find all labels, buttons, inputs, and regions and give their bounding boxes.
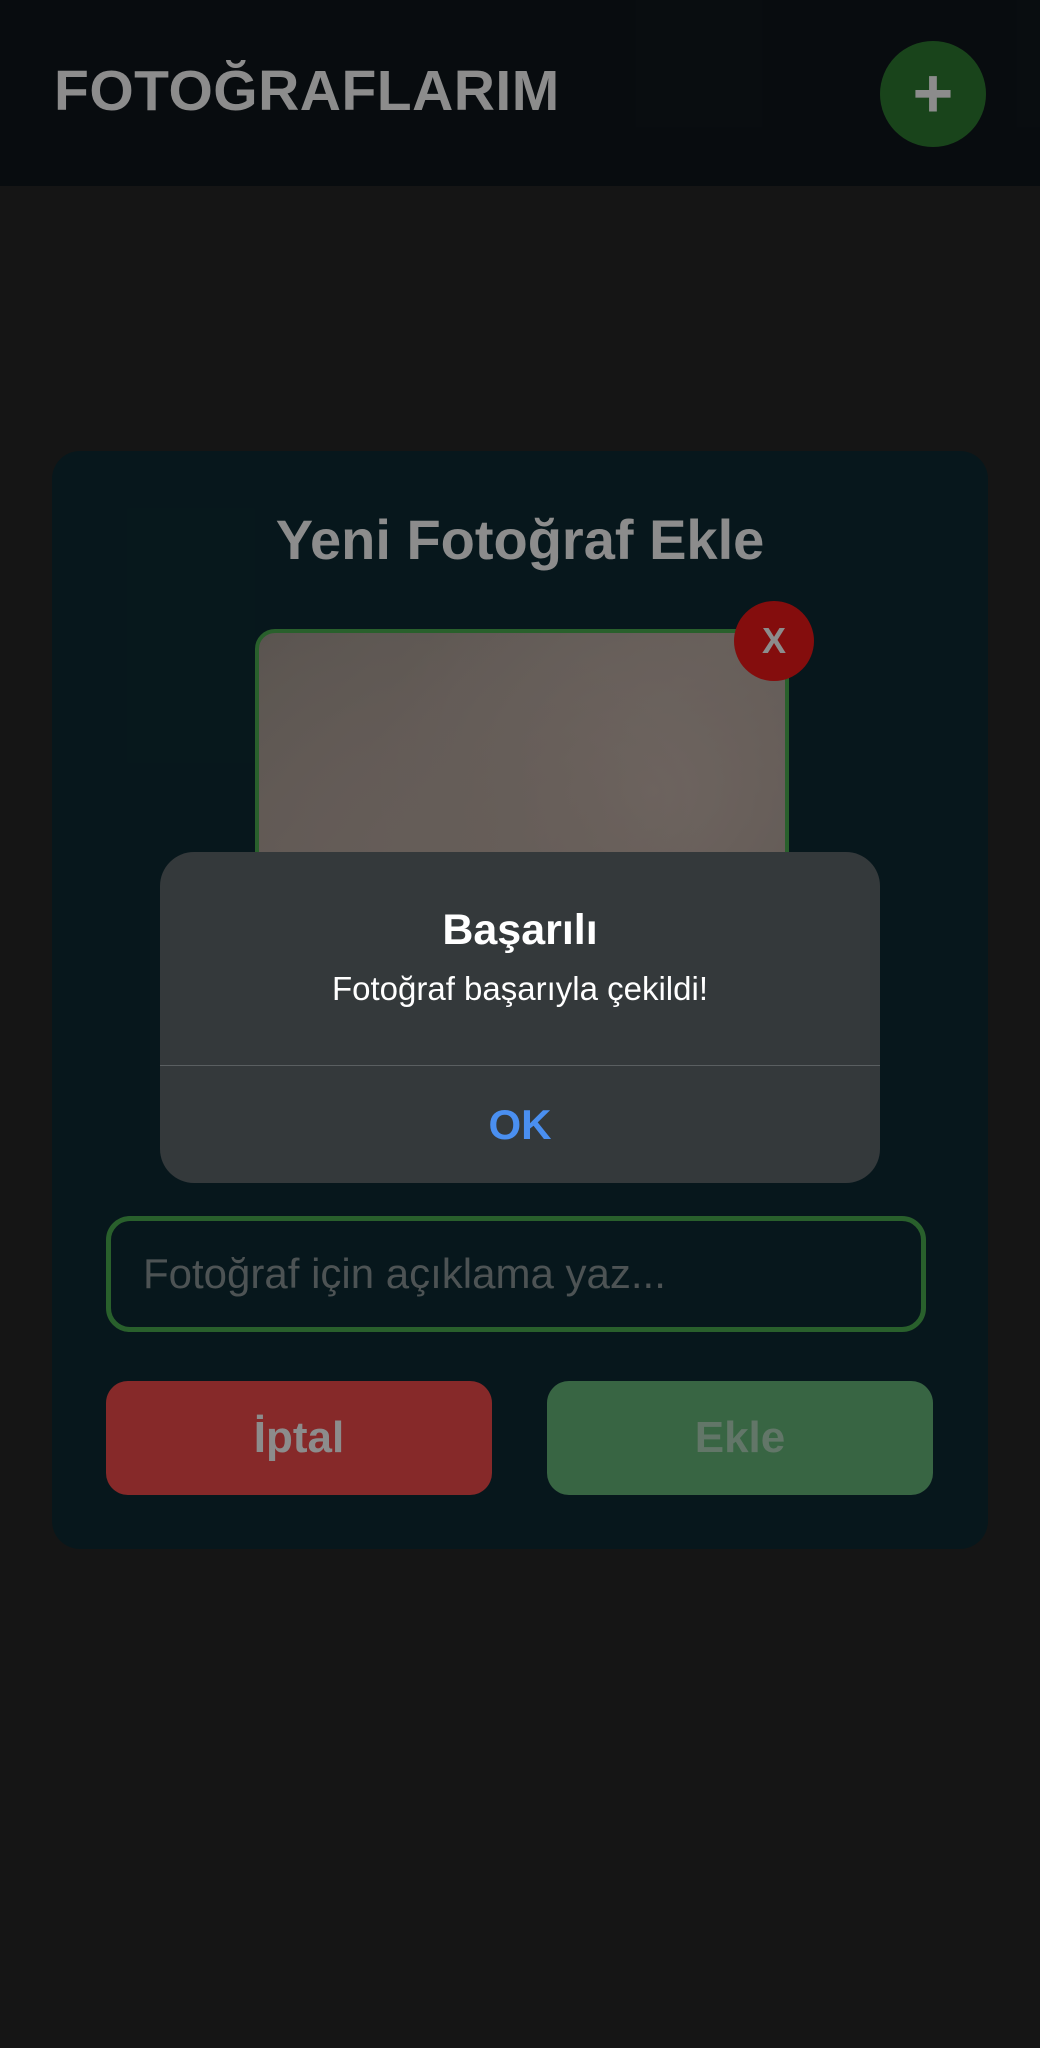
alert-title: Başarılı — [442, 906, 598, 954]
alert-message: Fotoğraf başarıyla çekildi! — [331, 970, 708, 1007]
success-alert: Başarılı Fotoğraf başarıyla çekildi! OK — [160, 852, 880, 1183]
alert-ok-button[interactable]: OK — [160, 1066, 880, 1183]
